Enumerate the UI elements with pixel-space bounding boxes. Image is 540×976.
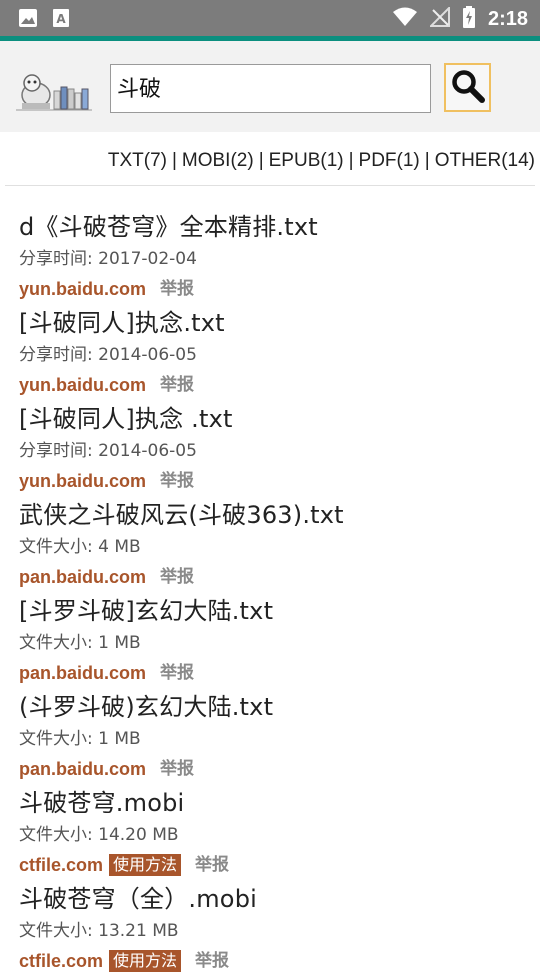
report-link[interactable]: 举报	[160, 658, 194, 688]
result-title[interactable]: [斗破同人]执念 .txt	[19, 400, 534, 438]
result-meta: 文件大小: 1 MB	[19, 633, 141, 653]
usage-badge[interactable]: 使用方法	[109, 854, 182, 876]
list-item: [斗破同人]执念 .txt 分享时间: 2014-06-05 yun.baidu…	[19, 400, 534, 496]
result-source-link[interactable]: pan.baidu.com	[19, 754, 146, 784]
result-title[interactable]: [斗罗斗破]玄幻大陆.txt	[19, 592, 534, 630]
result-meta: 文件大小: 14.20 MB	[19, 825, 179, 845]
result-meta: 分享时间: 2014-06-05	[19, 345, 197, 365]
text-a-icon: A	[52, 8, 70, 32]
list-item: 斗破苍穹.mobi 文件大小: 14.20 MB ctfile.com 使用方法…	[19, 784, 534, 880]
format-filters: TXT(7) | MOBI(2) | EPUB(1) | PDF(1) | OTHER(14)	[108, 150, 535, 172]
result-source-link[interactable]: ctfile.com	[19, 850, 103, 880]
result-meta: 分享时间: 2014-06-05	[19, 441, 197, 461]
filter-separator: |	[348, 150, 354, 171]
result-title[interactable]: 斗破苍穹.mobi	[19, 784, 534, 822]
filter-txt[interactable]: TXT(7)	[108, 150, 167, 171]
result-source-row: yun.baidu.com 举报	[19, 370, 534, 400]
report-link[interactable]: 举报	[160, 370, 194, 400]
svg-text:A: A	[56, 12, 66, 26]
result-title[interactable]: (斗罗斗破)玄幻大陆.txt	[19, 688, 534, 726]
report-link[interactable]: 举报	[195, 850, 229, 880]
result-source-row: ctfile.com 使用方法 举报	[19, 946, 534, 976]
list-item: 武侠之斗破风云(斗破363).txt 文件大小: 4 MB pan.baidu.…	[19, 496, 534, 592]
search-button[interactable]	[444, 63, 491, 112]
result-title[interactable]: 斗破苍穹（全）.mobi	[19, 880, 534, 918]
filter-pdf[interactable]: PDF(1)	[359, 150, 420, 171]
result-source-row: pan.baidu.com 举报	[19, 754, 534, 784]
result-source-row: pan.baidu.com 举报	[19, 562, 534, 592]
result-source-link[interactable]: pan.baidu.com	[19, 562, 146, 592]
result-title[interactable]: [斗破同人]执念.txt	[19, 304, 534, 342]
result-source-link[interactable]: yun.baidu.com	[19, 370, 146, 400]
result-title[interactable]: d《斗破苍穹》全本精排.txt	[19, 208, 534, 246]
list-item: 斗破苍穹（全）.mobi 文件大小: 13.21 MB ctfile.com 使…	[19, 880, 534, 976]
filter-separator: |	[424, 150, 430, 171]
result-meta: 文件大小: 1 MB	[19, 729, 141, 749]
search-header: 斗破	[0, 41, 540, 132]
battery-charging-icon	[462, 6, 476, 32]
result-source-link[interactable]: yun.baidu.com	[19, 274, 146, 304]
list-item: [斗破同人]执念.txt 分享时间: 2014-06-05 yun.baidu.…	[19, 304, 534, 400]
result-source-row: yun.baidu.com 举报	[19, 274, 534, 304]
list-item: d《斗破苍穹》全本精排.txt 分享时间: 2017-02-04 yun.bai…	[19, 208, 534, 304]
list-item: [斗罗斗破]玄幻大陆.txt 文件大小: 1 MB pan.baidu.com …	[19, 592, 534, 688]
result-source-link[interactable]: pan.baidu.com	[19, 658, 146, 688]
result-source-link[interactable]: yun.baidu.com	[19, 466, 146, 496]
result-meta: 文件大小: 4 MB	[19, 537, 141, 557]
wifi-icon	[392, 7, 418, 31]
result-source-row: yun.baidu.com 举报	[19, 466, 534, 496]
search-input[interactable]: 斗破	[110, 64, 431, 113]
filter-separator: |	[258, 150, 264, 171]
result-source-link[interactable]: ctfile.com	[19, 946, 103, 976]
result-source-row: pan.baidu.com 举报	[19, 658, 534, 688]
usage-badge[interactable]: 使用方法	[109, 950, 182, 972]
list-item: (斗罗斗破)玄幻大陆.txt 文件大小: 1 MB pan.baidu.com …	[19, 688, 534, 784]
filter-other[interactable]: OTHER(14)	[435, 150, 535, 171]
result-meta: 文件大小: 13.21 MB	[19, 921, 179, 941]
filter-separator: |	[171, 150, 177, 171]
image-icon	[18, 8, 38, 32]
filter-epub[interactable]: EPUB(1)	[269, 150, 344, 171]
report-link[interactable]: 举报	[160, 562, 194, 592]
status-time: 2:18	[487, 7, 528, 30]
status-bar: A 2:18	[0, 0, 540, 36]
report-link[interactable]: 举报	[195, 946, 229, 976]
result-title[interactable]: 武侠之斗破风云(斗破363).txt	[19, 496, 534, 534]
filters-divider	[5, 185, 535, 186]
magnifier-icon	[451, 69, 485, 107]
filter-mobi[interactable]: MOBI(2)	[182, 150, 254, 171]
report-link[interactable]: 举报	[160, 274, 194, 304]
result-source-row: ctfile.com 使用方法 举报	[19, 850, 534, 880]
no-signal-icon	[428, 5, 450, 31]
report-link[interactable]: 举报	[160, 466, 194, 496]
report-link[interactable]: 举报	[160, 754, 194, 784]
site-logo[interactable]	[14, 69, 94, 113]
result-meta: 分享时间: 2017-02-04	[19, 249, 197, 269]
results-list: d《斗破苍穹》全本精排.txt 分享时间: 2017-02-04 yun.bai…	[19, 208, 534, 976]
